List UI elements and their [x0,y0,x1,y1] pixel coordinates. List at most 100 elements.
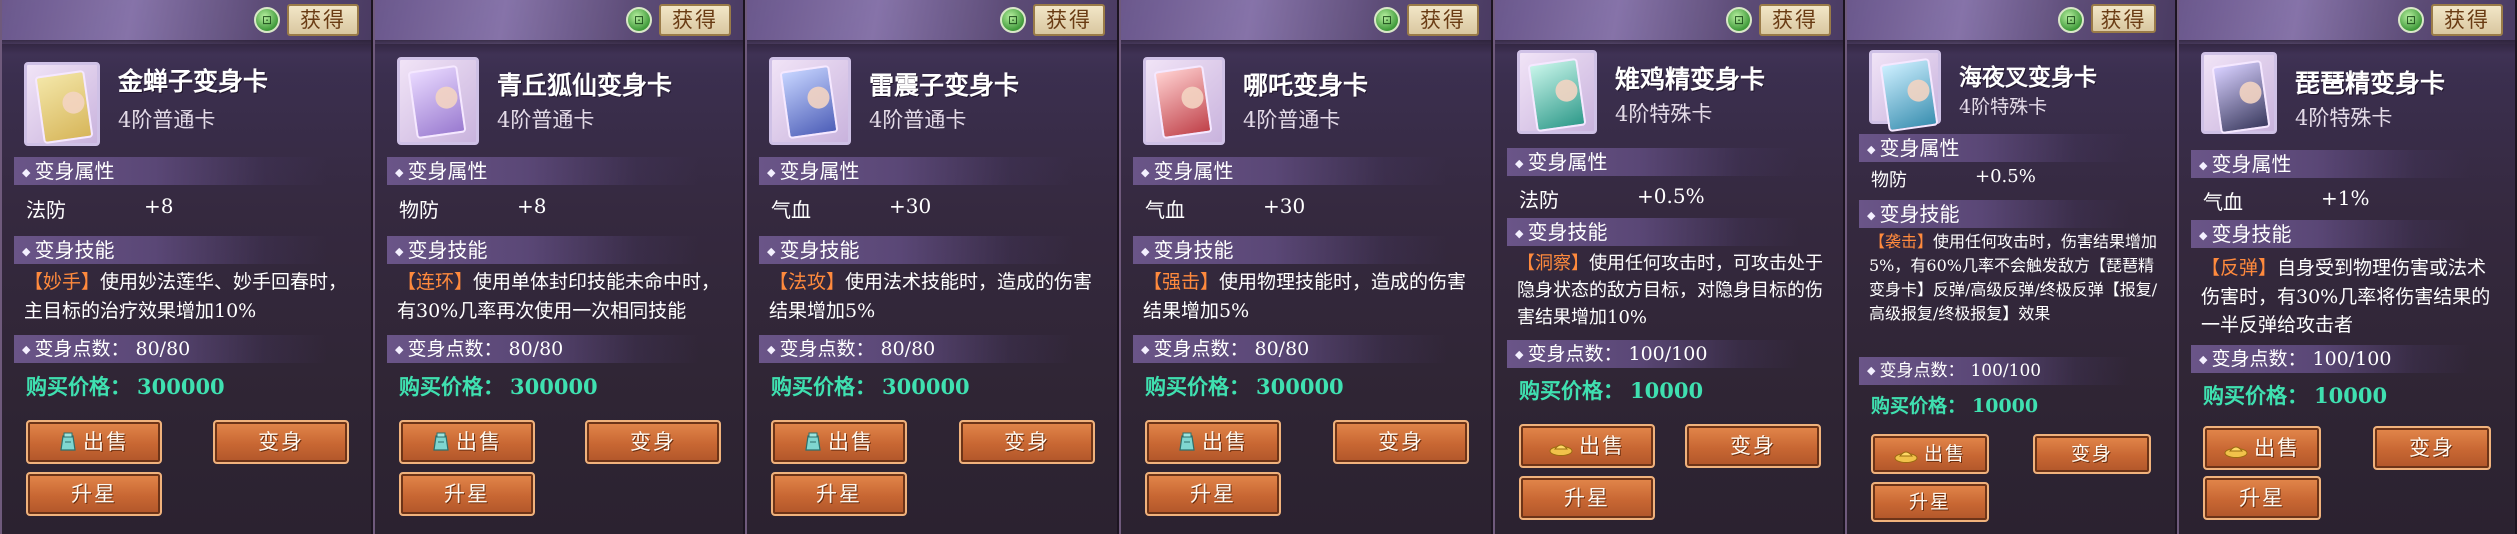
sell-button[interactable]: 出售 [2203,426,2321,470]
points-row: 变身点数：80/80 [14,335,327,363]
skill-tag: 【袭击】 [1869,232,1934,251]
points-value: 80/80 [880,338,936,360]
transform-button[interactable]: 变身 [1333,420,1469,464]
sell-label: 出售 [828,430,874,454]
points-label: 变身点数： [1153,338,1249,360]
gold-ingot-icon [2224,431,2248,471]
attr-value: +8 [144,194,174,218]
attr-section-title: 变身属性 [2191,150,2471,178]
attr-name: 法防 [26,198,66,222]
card-grade: 4阶普通卡 [497,108,595,132]
card-name: 海夜叉变身卡 [1959,64,2097,91]
transform-card: ⊡ 获得雉鸡精变身卡 4阶特殊卡变身属性法防 +0.5% 变身技能【洞察】使用任何攻击时… [1493,0,1845,534]
attr-section-title: 变身属性 [759,157,1073,185]
sell-label: 出售 [1923,443,1966,465]
card-name: 雉鸡精变身卡 [1615,65,1766,94]
card-portrait [24,62,100,146]
bag-icon: ⊡ [2058,7,2084,33]
bag-icon: ⊡ [626,7,652,33]
price-label: 购买价格： [1871,395,1967,417]
bag-icon: ⊡ [2398,7,2424,33]
points-value: 100/100 [1628,343,1708,365]
sell-button[interactable]: 出售 [771,420,907,464]
points-row: 变身点数：80/80 [759,335,1073,363]
price-value: 300000 [1256,374,1344,399]
transform-button[interactable]: 变身 [2373,426,2491,470]
transform-button[interactable]: 变身 [2033,434,2151,474]
skill-description: 【袭击】使用任何攻击时，伤害结果增加5%，有60%几率不会触发敌方【琵琶精变身卡… [1869,230,2161,326]
get-button[interactable]: 获得 [1407,4,1479,36]
upgrade-star-button[interactable]: 升星 [1145,472,1281,516]
points-label: 变身点数： [34,338,130,360]
sell-label: 出售 [83,430,129,454]
character-face [61,90,86,116]
points-value: 80/80 [508,338,564,360]
transform-card: ⊡ 获得青丘狐仙变身卡 4阶普通卡变身属性物防 +8 变身技能【连环】使用单体封印技能未… [373,0,745,534]
price-value: 10000 [2314,383,2388,408]
bag-icon: ⊡ [1374,7,1400,33]
transform-button[interactable]: 变身 [1685,424,1821,468]
upgrade-star-button[interactable]: 升星 [399,472,535,516]
attr-name: 气血 [2203,190,2243,214]
skill-description: 【强击】使用物理技能时，造成的伤害结果增加5% [1143,268,1473,325]
get-button[interactable]: 获得 [659,4,731,36]
get-button[interactable]: 获得 [287,4,359,36]
price-label: 购买价格： [1145,374,1250,399]
upgrade-star-button[interactable]: 升星 [771,472,907,516]
upgrade-star-button[interactable]: 升星 [26,472,162,516]
sell-button[interactable]: 出售 [399,420,535,464]
card-grade: 4阶普通卡 [1243,108,1341,132]
transform-button[interactable]: 变身 [213,420,349,464]
card-name: 青丘狐仙变身卡 [497,71,673,100]
price-label: 购买价格： [1519,378,1624,403]
card-portrait [769,57,851,145]
card-grade: 4阶普通卡 [118,108,216,132]
skill-description: 【反弹】自身受到物理伤害或法术伤害时，有30%几率将伤害结果的一半反弹给攻击者 [2201,254,2501,340]
sell-label: 出售 [1579,434,1625,458]
price-row: 购买价格： 300000 [771,371,970,401]
teal-bag-icon [1178,425,1196,465]
sell-button[interactable]: 出售 [1145,420,1281,464]
points-row: 变身点数：80/80 [387,335,699,363]
points-value: 80/80 [135,338,191,360]
points-value: 80/80 [1254,338,1310,360]
skill-description: 【法攻】使用法术技能时，造成的伤害结果增加5% [769,268,1099,325]
attr-name: 物防 [399,198,439,222]
skill-tag: 【法攻】 [769,271,846,293]
card-portrait [397,57,479,145]
card-name: 雷震子变身卡 [869,71,1020,100]
points-label: 变身点数： [407,338,503,360]
attr-section-title: 变身属性 [1133,157,1447,185]
character-art [1527,57,1587,133]
teal-bag-icon [432,425,450,465]
card-portrait [1869,50,1941,133]
gold-ingot-icon [1549,429,1573,469]
character-art [779,64,839,140]
upgrade-star-button[interactable]: 升星 [2203,476,2321,520]
character-face [1906,78,1931,104]
get-button[interactable]: 获得 [1033,4,1105,36]
transform-button[interactable]: 变身 [959,420,1095,464]
skill-section-title: 变身技能 [387,236,699,264]
attr-name: 气血 [1145,198,1185,222]
skill-tag: 【妙手】 [24,271,101,293]
upgrade-star-button[interactable]: 升星 [1871,482,1989,522]
character-face [806,85,831,111]
transform-button[interactable]: 变身 [585,420,721,464]
get-button[interactable]: 获得 [2091,4,2156,33]
card-name: 金蝉子变身卡 [118,67,269,96]
bag-icon: ⊡ [254,7,280,33]
teal-bag-icon [59,425,77,465]
sell-button[interactable]: 出售 [26,420,162,464]
get-button[interactable]: 获得 [1759,4,1831,36]
card-name: 哪吒变身卡 [1243,71,1369,100]
sell-button[interactable]: 出售 [1519,424,1655,468]
sell-button[interactable]: 出售 [1871,434,1989,474]
character-face [2238,80,2263,106]
sell-label: 出售 [456,430,502,454]
points-value: 100/100 [1970,361,2042,381]
upgrade-star-button[interactable]: 升星 [1519,476,1655,520]
price-value: 10000 [1972,395,2039,417]
get-button[interactable]: 获得 [2431,4,2503,36]
price-value: 300000 [137,374,225,399]
